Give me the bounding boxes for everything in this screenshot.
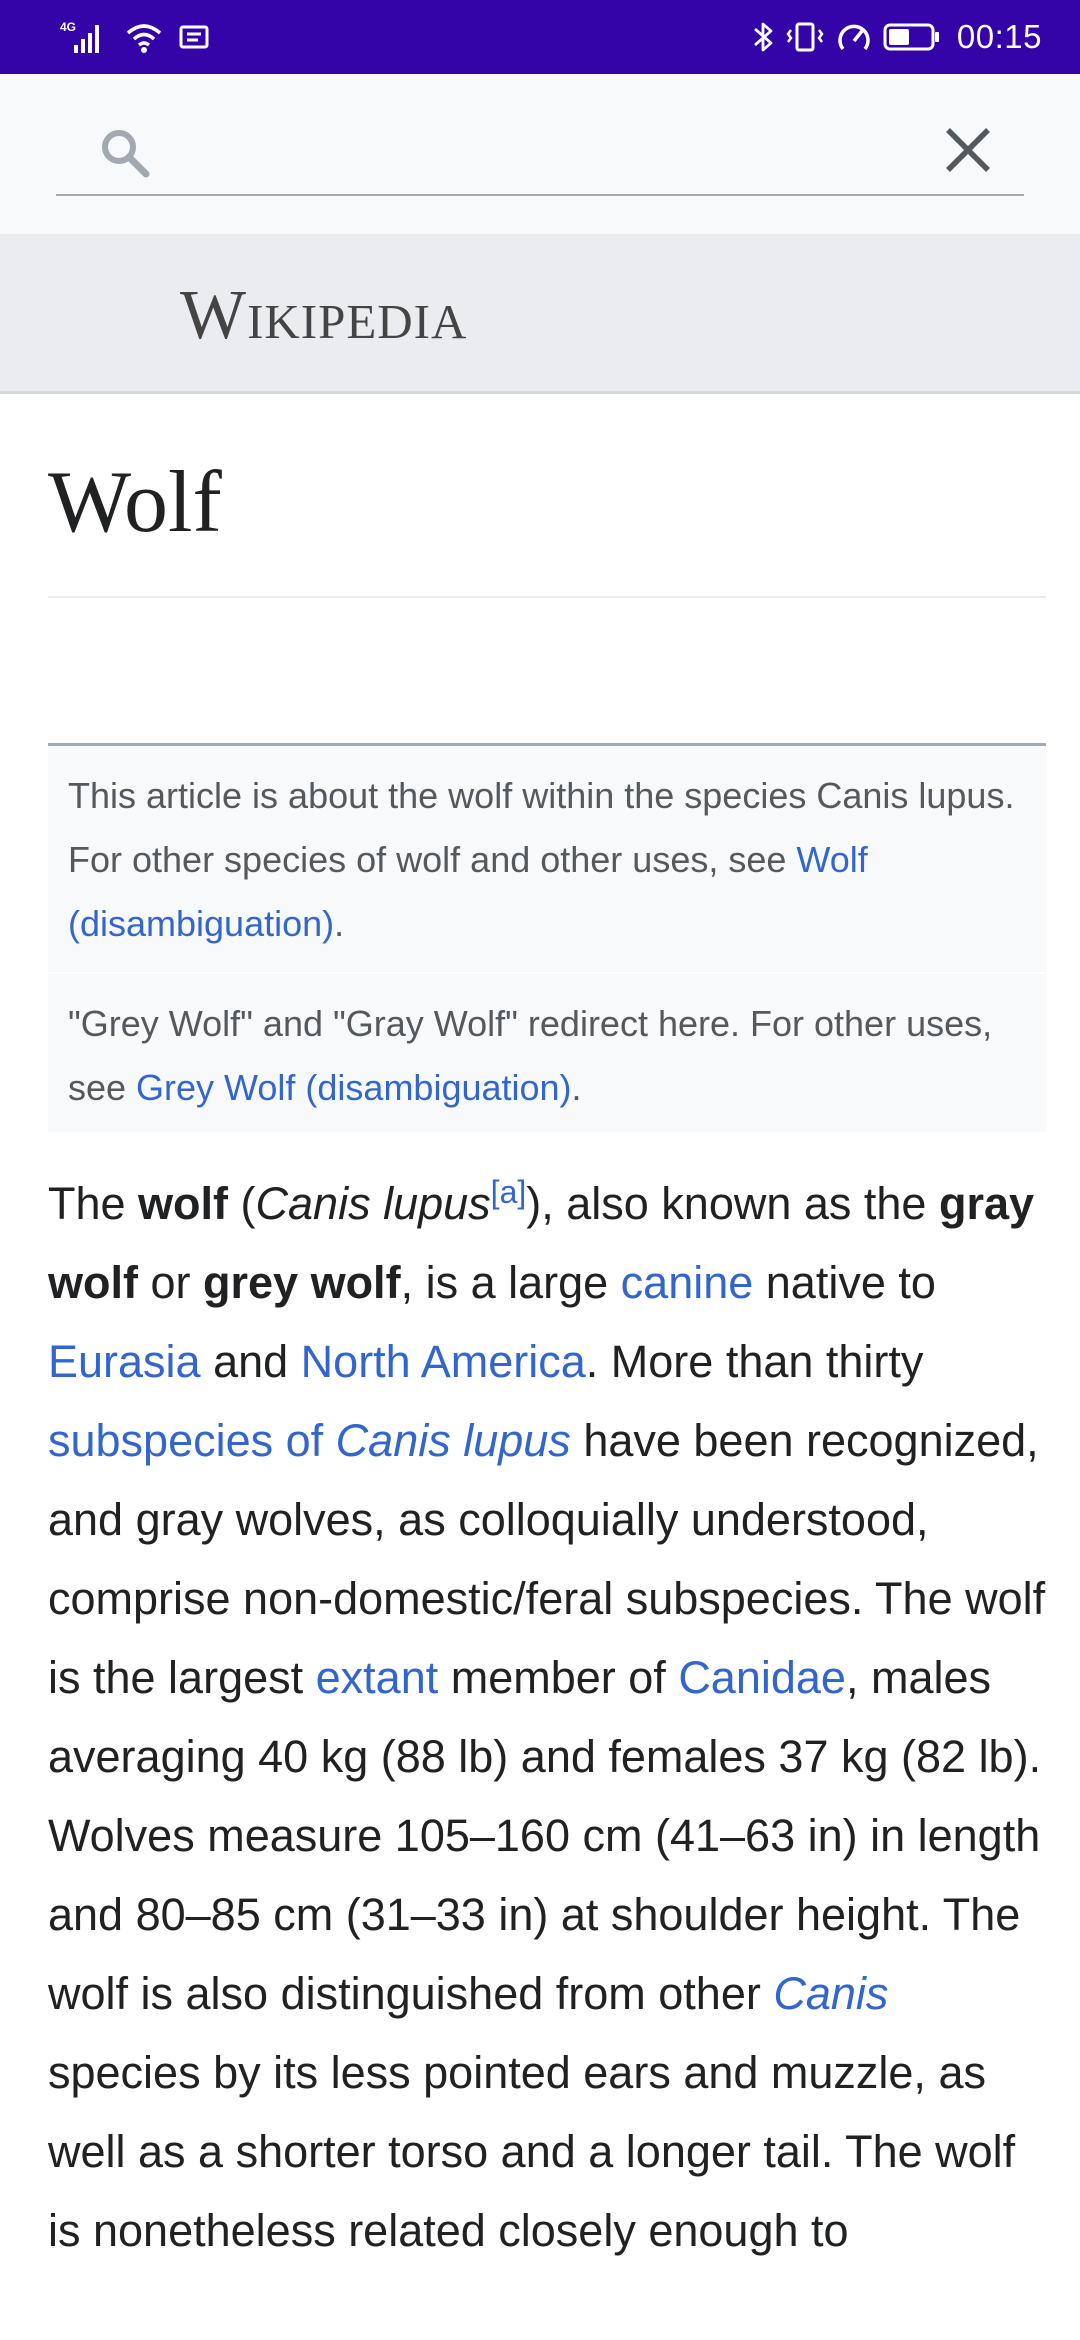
grey-wolf-disambiguation-link[interactable]: Grey Wolf (disambiguation) <box>136 1067 572 1108</box>
search-input[interactable] <box>176 120 876 180</box>
bold-term: grey wolf <box>203 1257 401 1308</box>
search-icon <box>98 126 152 180</box>
svg-text:4G: 4G <box>60 20 76 34</box>
text: , is a large <box>400 1257 621 1308</box>
text: species by its less pointed ears and muz… <box>48 2047 1016 2256</box>
text: or <box>137 1257 204 1308</box>
vibrate-icon <box>785 19 825 55</box>
signal-icon: 4G <box>60 19 110 55</box>
subspecies-link[interactable]: subspecies of Canis lupus <box>48 1415 571 1466</box>
search-header <box>0 74 1080 234</box>
wikipedia-wordmark[interactable]: Wikipedia <box>180 276 467 356</box>
text: ), also known as the <box>526 1178 939 1229</box>
lead-paragraph: The wolf (Canis lupus[a]), also known as… <box>48 1164 1048 2270</box>
wifi-icon <box>124 19 164 55</box>
wikipedia-banner: Wikipedia <box>0 234 1080 394</box>
hatnote-end: . <box>334 903 345 944</box>
battery-icon <box>883 19 941 55</box>
bold-term: wolf <box>138 1178 229 1229</box>
status-right: 00:15 <box>751 14 1042 60</box>
speed-icon <box>835 19 873 55</box>
hatnote-text: This article is about the wolf within th… <box>68 775 1015 880</box>
text: member of <box>438 1652 679 1703</box>
north-america-link[interactable]: North America <box>301 1336 586 1387</box>
clock: 00:15 <box>956 18 1042 55</box>
canis-link[interactable]: Canis <box>773 1968 888 2019</box>
page-title: Wolf <box>48 454 222 551</box>
text: ( <box>228 1178 256 1229</box>
italic-term: Canis lupus <box>255 1178 491 1229</box>
search-field[interactable] <box>56 100 1024 196</box>
close-icon[interactable] <box>938 120 998 180</box>
hatnote: "Grey Wolf" and "Gray Wolf" redirect her… <box>48 972 1046 1132</box>
text: , males averaging 40 kg (88 lb) and fema… <box>48 1652 1042 2019</box>
text: native to <box>753 1257 936 1308</box>
bluetooth-icon <box>751 19 775 55</box>
status-left: 4G <box>60 16 210 58</box>
message-icon <box>178 22 210 52</box>
canidae-link[interactable]: Canidae <box>678 1652 846 1703</box>
reference-link[interactable]: [a] <box>491 1174 527 1210</box>
status-bar: 4G 00:15 <box>0 0 1080 74</box>
link-text-italic: Canis lupus <box>335 1415 571 1466</box>
extant-link[interactable]: extant <box>316 1652 439 1703</box>
canine-link[interactable]: canine <box>621 1257 754 1308</box>
link-text: subspecies of <box>48 1415 336 1466</box>
hatnote-end: . <box>571 1067 582 1108</box>
text: . More than thirty <box>585 1336 924 1387</box>
text: and <box>200 1336 301 1387</box>
title-divider <box>48 596 1046 598</box>
hatnote-box: This article is about the wolf within th… <box>48 743 1046 1132</box>
link-text-italic: Canis <box>773 1968 889 2019</box>
eurasia-link[interactable]: Eurasia <box>48 1336 201 1387</box>
hatnote: This article is about the wolf within th… <box>48 746 1046 972</box>
text: The <box>48 1178 139 1229</box>
